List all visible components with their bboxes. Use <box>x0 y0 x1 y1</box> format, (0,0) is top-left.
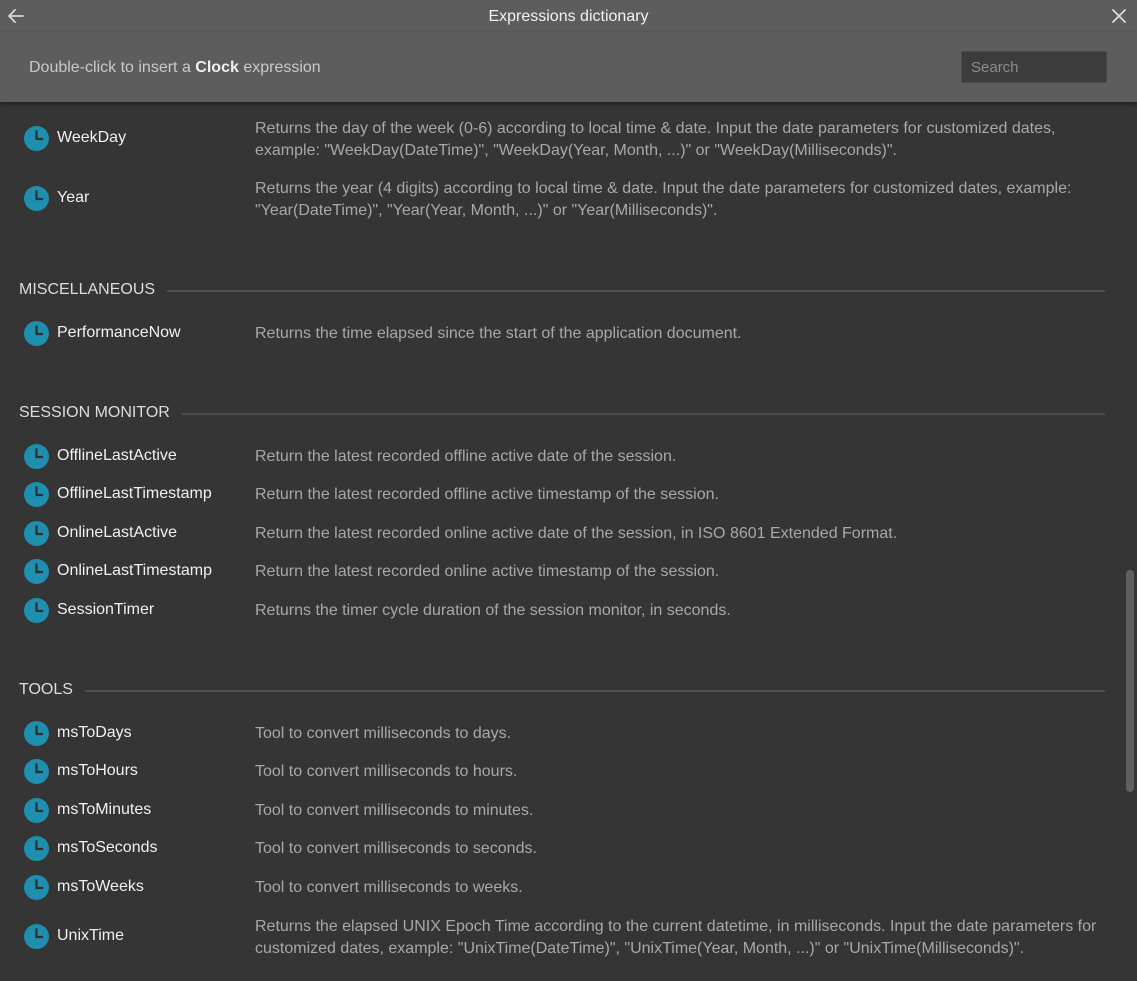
hint-suffix: expression <box>243 59 321 76</box>
clock-icon <box>24 186 49 211</box>
expression-description: Tool to convert milliseconds to seconds. <box>255 840 537 857</box>
list-item[interactable]: WeekDay Returns the day of the week (0-6)… <box>0 113 1124 165</box>
expression-description: Return the latest recorded online active… <box>255 525 898 542</box>
clock-icon <box>24 759 49 784</box>
section-divider <box>19 690 1105 692</box>
section-header: TOOLS <box>19 680 1105 700</box>
expression-name: msToDays <box>57 724 132 741</box>
list-item[interactable]: UnixTime Returns the elapsed UNIX Epoch T… <box>0 911 1124 963</box>
subheader: Double-click to insert a Clock expressio… <box>0 32 1137 102</box>
clock-icon <box>24 836 49 861</box>
clock-icon <box>24 444 49 469</box>
scrollbar[interactable] <box>1124 102 1137 981</box>
expression-name: msToHours <box>57 762 138 779</box>
expression-description: Returns the day of the week (0-6) accord… <box>255 120 1056 159</box>
back-button[interactable] <box>6 6 26 26</box>
section-divider <box>19 290 1105 292</box>
list-item[interactable]: msToHours Tool to convert milliseconds to… <box>0 757 1124 787</box>
list-item[interactable]: msToSeconds Tool to convert milliseconds … <box>0 834 1124 864</box>
section-title: TOOLS <box>19 680 85 700</box>
section-title: SESSION MONITOR <box>19 403 182 423</box>
section-header: MISCELLANEOUS <box>19 280 1105 300</box>
section-divider <box>19 413 1105 415</box>
expression-name: UnixTime <box>57 927 124 944</box>
expression-name: WeekDay <box>57 129 127 146</box>
clock-icon <box>24 598 49 623</box>
list-item[interactable]: msToWeeks Tool to convert milliseconds to… <box>0 873 1124 903</box>
arrow-left-icon <box>8 9 24 23</box>
title-bar: Expressions dictionary <box>0 0 1137 32</box>
list-item[interactable]: OnlineLastTimestamp Return the latest rec… <box>0 557 1124 587</box>
clock-icon <box>24 924 49 949</box>
list-item[interactable]: OfflineLastTimestamp Return the latest re… <box>0 480 1124 510</box>
expression-name: SessionTimer <box>57 601 155 618</box>
expression-name: PerformanceNow <box>57 324 181 341</box>
clock-icon <box>24 521 49 546</box>
clock-icon <box>24 482 49 507</box>
expression-description: Returns the year (4 digits) according to… <box>255 180 1072 219</box>
window-title: Expressions dictionary <box>488 8 649 25</box>
expression-name: msToSeconds <box>57 839 158 856</box>
expression-name: OnlineLastTimestamp <box>57 562 213 579</box>
expression-name: msToMinutes <box>57 801 152 818</box>
expression-list[interactable]: WeekDay Returns the day of the week (0-6)… <box>0 102 1124 981</box>
expression-name: Year <box>57 189 90 206</box>
list-item[interactable]: PerformanceNow Returns the time elapsed s… <box>0 319 1124 349</box>
expression-name: OnlineLastActive <box>57 524 178 541</box>
expression-description: Returns the time elapsed since the start… <box>255 325 742 342</box>
expression-description: Returns the timer cycle duration of the … <box>255 602 731 619</box>
expression-description: Tool to convert milliseconds to minutes. <box>255 802 534 819</box>
expression-name: msToWeeks <box>57 878 144 895</box>
scrollbar-thumb[interactable] <box>1126 570 1134 792</box>
close-button[interactable] <box>1109 6 1129 26</box>
expression-description: Return the latest recorded offline activ… <box>255 448 677 465</box>
clock-icon <box>24 875 49 900</box>
insert-hint: Double-click to insert a Clock expressio… <box>29 59 321 77</box>
clock-icon <box>24 321 49 346</box>
list-item[interactable]: msToMinutes Tool to convert milliseconds … <box>0 796 1124 826</box>
expression-name: OfflineLastTimestamp <box>57 485 212 502</box>
expression-description: Tool to convert milliseconds to days. <box>255 725 512 742</box>
clock-icon <box>24 126 49 151</box>
clock-icon <box>24 798 49 823</box>
expression-description: Return the latest recorded offline activ… <box>255 486 719 503</box>
list-item[interactable]: OnlineLastActive Return the latest record… <box>0 519 1124 549</box>
expression-description: Returns the elapsed UNIX Epoch Time acco… <box>255 918 1097 957</box>
clock-icon <box>24 559 49 584</box>
list-item[interactable]: OfflineLastActive Return the latest recor… <box>0 442 1124 472</box>
expression-description: Return the latest recorded online active… <box>255 563 720 580</box>
search-input[interactable] <box>961 51 1107 83</box>
section-title: MISCELLANEOUS <box>19 280 168 300</box>
hint-prefix: Double-click to insert a <box>29 59 191 76</box>
clock-icon <box>24 721 49 746</box>
list-item[interactable]: SessionTimer Returns the timer cycle dura… <box>0 596 1124 626</box>
section-header: SESSION MONITOR <box>19 403 1105 423</box>
expression-description: Tool to convert milliseconds to weeks. <box>255 879 523 896</box>
expression-name: OfflineLastActive <box>57 447 177 464</box>
hint-category: Clock <box>195 59 239 76</box>
list-item[interactable]: msToDays Tool to convert milliseconds to … <box>0 719 1124 749</box>
list-item[interactable]: Year Returns the year (4 digits) accordin… <box>0 173 1124 225</box>
close-icon <box>1112 9 1126 23</box>
expression-description: Tool to convert milliseconds to hours. <box>255 763 518 780</box>
